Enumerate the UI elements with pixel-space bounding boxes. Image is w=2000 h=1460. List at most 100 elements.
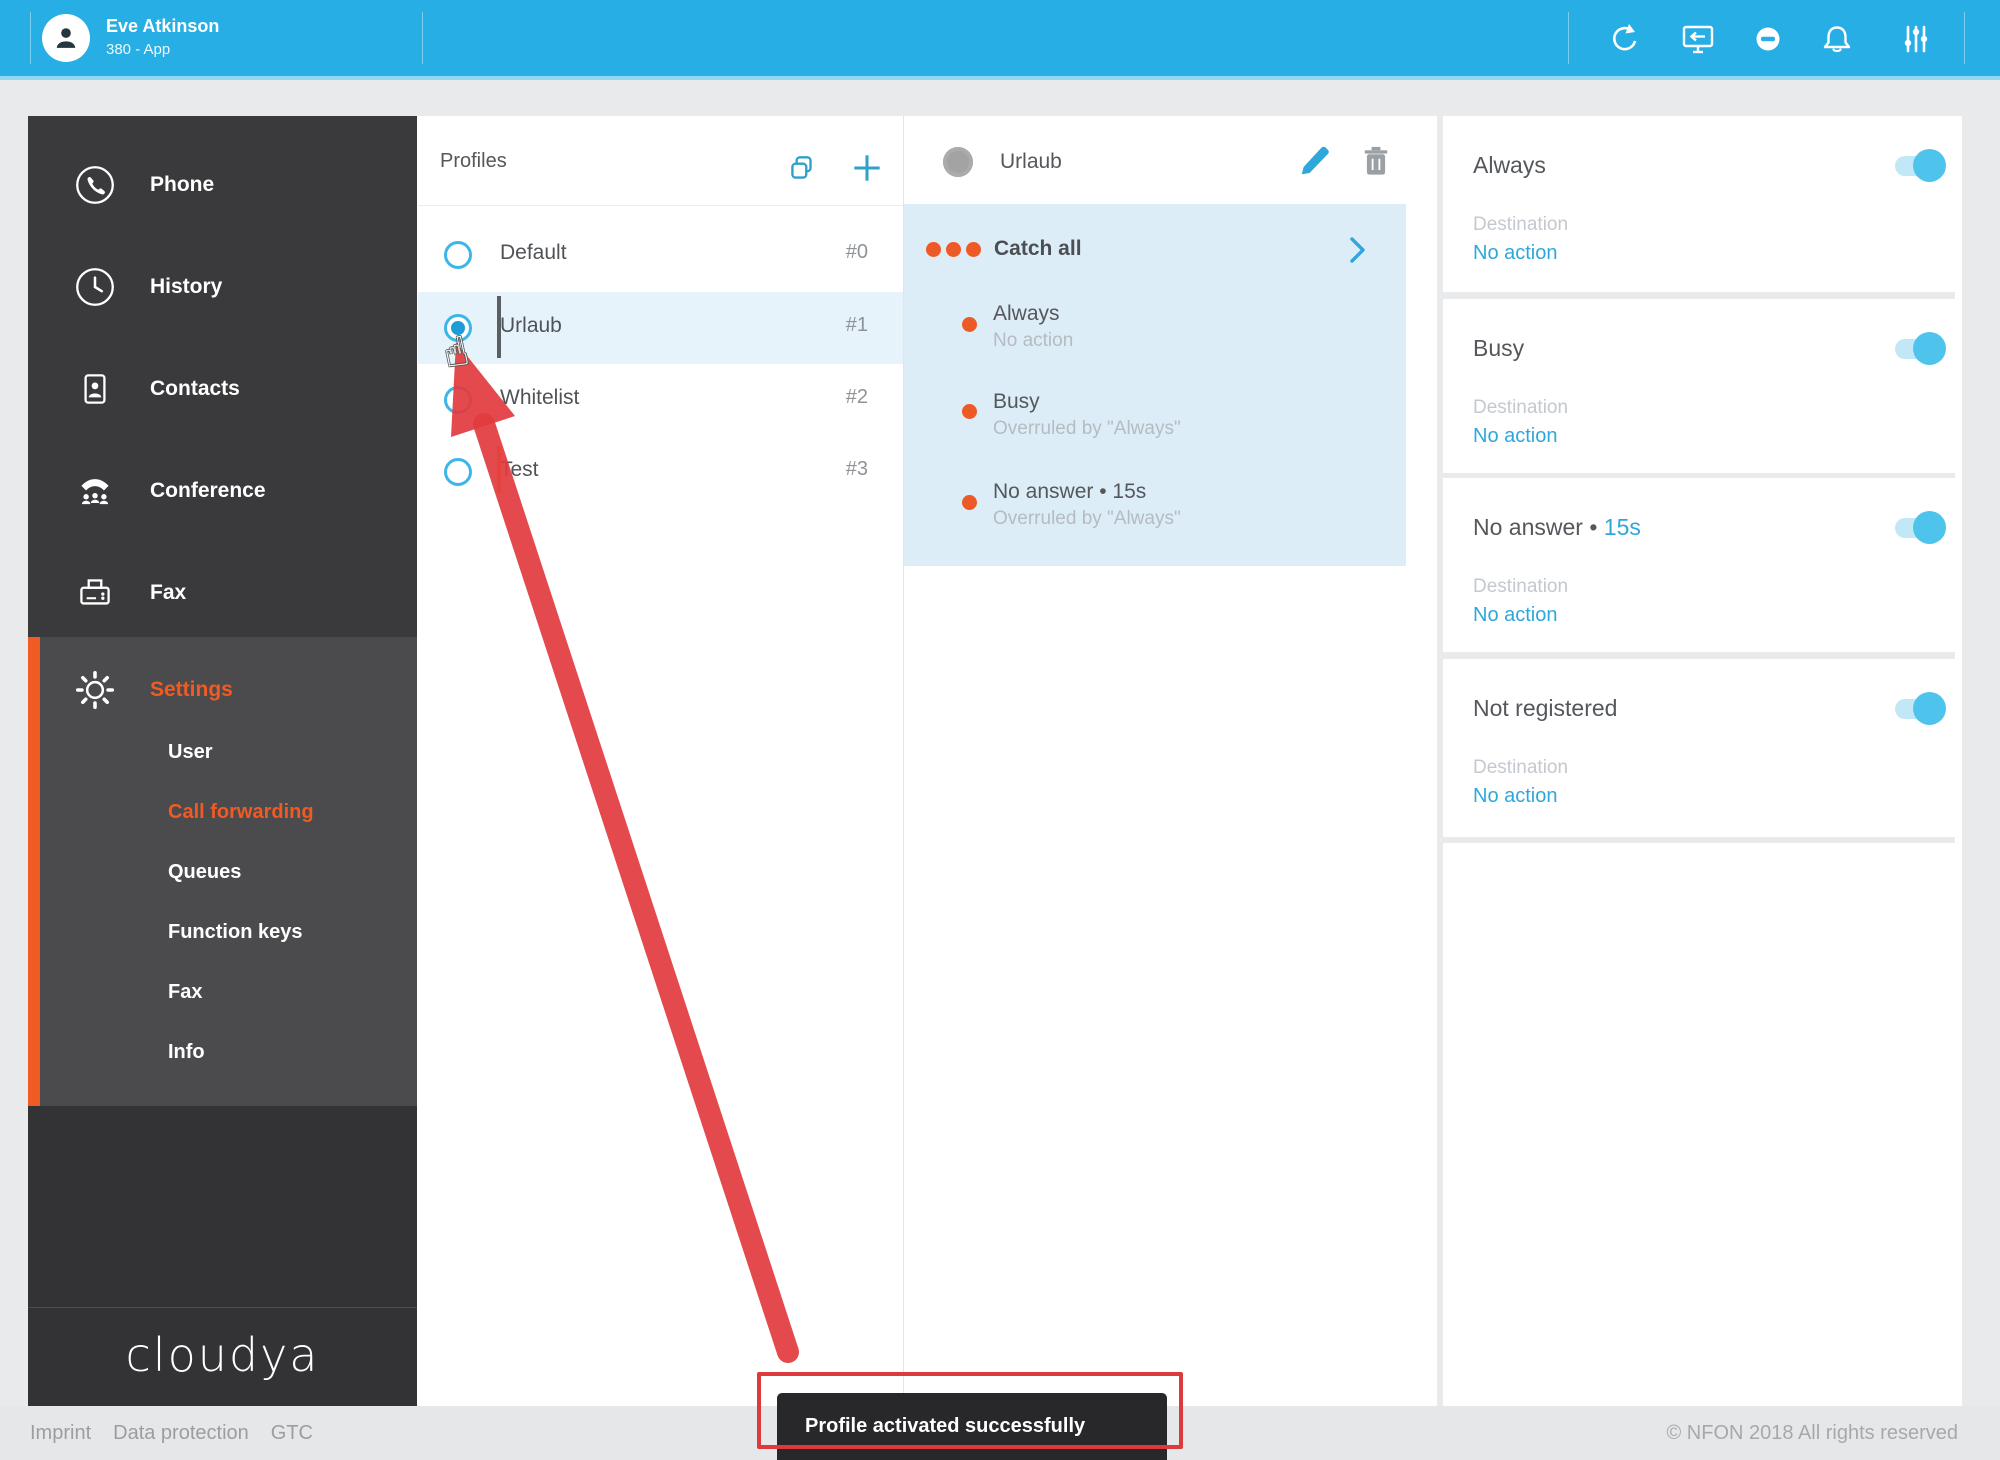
avatar[interactable]: [42, 14, 90, 62]
call-forward-icon[interactable]: [1602, 19, 1642, 59]
do-not-disturb-icon[interactable]: [1748, 19, 1788, 59]
topbar-bottom-edge: [0, 76, 2000, 80]
card-no-answer: No answer • 15s Destination No action: [1443, 478, 1955, 652]
destination-label: Destination: [1473, 214, 1568, 236]
sidebar-item-info[interactable]: Info: [168, 1037, 205, 1067]
profile-row-urlaub[interactable]: Urlaub #1: [418, 292, 903, 364]
catch-all-label: Catch all: [994, 237, 1082, 261]
destination-label: Destination: [1473, 576, 1568, 598]
radio-default[interactable]: [444, 241, 472, 269]
rule-title: No answer • 15s: [993, 480, 1146, 504]
destination-value[interactable]: No action: [1473, 785, 1558, 808]
annotation-highlight-rect: [757, 1372, 1183, 1449]
card-title: No answer • 15s: [1473, 514, 1641, 541]
toggle-not-registered[interactable]: [1895, 699, 1941, 719]
profile-row-whitelist[interactable]: Whitelist #2: [418, 364, 903, 436]
footer-link-gtc[interactable]: GTC: [271, 1422, 313, 1445]
notifications-bell-icon[interactable]: [1817, 19, 1857, 59]
forwarding-cards-panel: Always Destination No action Busy Destin…: [1443, 116, 1955, 1406]
gear-icon: [72, 667, 118, 713]
sub-item-label: Call forwarding: [168, 801, 314, 824]
sidebar-item-queues[interactable]: Queues: [168, 857, 241, 887]
sidebar-item-fax[interactable]: Fax: [28, 570, 417, 616]
toggle-always[interactable]: [1895, 156, 1941, 176]
sidebar-item-label: Contacts: [150, 377, 240, 401]
edit-pencil-icon[interactable]: [1297, 143, 1333, 179]
destination-value[interactable]: No action: [1473, 425, 1558, 448]
profile-detail-title: Urlaub: [1000, 150, 1062, 174]
user-name: Eve Atkinson: [106, 16, 219, 37]
profile-number: #3: [846, 458, 868, 481]
radio-test[interactable]: [444, 458, 472, 486]
profile-name: Whitelist: [500, 386, 579, 410]
profile-name: Urlaub: [500, 314, 562, 338]
card-title: Always: [1473, 152, 1546, 179]
sub-item-label: Function keys: [168, 921, 302, 944]
destination-value[interactable]: No action: [1473, 604, 1558, 627]
profile-row-test[interactable]: Test #3: [418, 436, 903, 508]
topbar-divider: [1964, 12, 1965, 64]
sidebar-item-settings[interactable]: Settings: [28, 667, 417, 713]
rule-dot-icon: [962, 317, 977, 332]
catch-all-dots-icon: [926, 242, 981, 257]
sidebar-item-conference[interactable]: Conference: [28, 468, 417, 514]
radio-whitelist[interactable]: [444, 386, 472, 414]
profile-row-default[interactable]: Default #0: [418, 219, 903, 291]
profile-detail-panel: Urlaub Catch all Always No action Busy O…: [903, 116, 1437, 1406]
sidebar-item-label: Fax: [150, 581, 186, 605]
sidebar-item-label: Conference: [150, 479, 266, 503]
contacts-icon: [72, 366, 118, 412]
profile-number: #2: [846, 386, 868, 409]
duplicate-profile-icon[interactable]: [786, 152, 818, 184]
footer-links: Imprint Data protection GTC: [30, 1406, 313, 1460]
add-profile-icon[interactable]: [848, 149, 886, 187]
timeout-value[interactable]: 15s: [1604, 514, 1641, 540]
phone-icon: [72, 162, 118, 208]
sidebar-item-contacts[interactable]: Contacts: [28, 366, 417, 412]
sidebar-item-user[interactable]: User: [168, 737, 212, 767]
sidebar-item-label: History: [150, 275, 222, 299]
profile-status-dot: [943, 147, 973, 177]
header-divider: [418, 205, 903, 206]
sidebar: Phone History Contacts Conference Fa: [28, 116, 417, 1406]
card-title: Busy: [1473, 335, 1524, 362]
footer-link-imprint[interactable]: Imprint: [30, 1422, 91, 1445]
conference-icon: [72, 468, 118, 514]
sidebar-item-fax-settings[interactable]: Fax: [168, 977, 202, 1007]
destination-label: Destination: [1473, 757, 1568, 779]
card-title: Not registered: [1473, 695, 1617, 722]
toggle-busy[interactable]: [1895, 339, 1941, 359]
rule-subtitle: Overruled by "Always": [993, 418, 1181, 440]
user-icon: [49, 21, 83, 55]
chevron-right-icon[interactable]: [1346, 236, 1370, 264]
sub-item-label: Queues: [168, 861, 241, 884]
topbar-divider: [1568, 12, 1569, 64]
sub-item-label: Fax: [168, 981, 202, 1004]
cloudya-logo: cloudya: [28, 1328, 417, 1382]
card-gap: [1443, 292, 1955, 299]
rule-title: Busy: [993, 390, 1040, 414]
topbar: Eve Atkinson 380 - App: [0, 0, 2000, 76]
profile-number: #0: [846, 241, 868, 264]
card-gap: [1443, 837, 1955, 843]
topbar-divider: [30, 12, 31, 64]
test-profile-bar: [497, 446, 501, 493]
card-not-registered: Not registered Destination No action: [1443, 659, 1955, 837]
profile-name: Test: [500, 458, 539, 482]
sidebar-item-call-forwarding[interactable]: Call forwarding: [168, 797, 314, 827]
screen-share-icon[interactable]: [1678, 19, 1718, 59]
copyright-text: © NFON 2018 All rights reserved: [1666, 1406, 1958, 1460]
destination-value[interactable]: No action: [1473, 242, 1558, 265]
sidebar-item-function-keys[interactable]: Function keys: [168, 917, 302, 947]
delete-trash-icon[interactable]: [1359, 144, 1393, 178]
sidebar-separator: [28, 1307, 417, 1308]
sidebar-item-phone[interactable]: Phone: [28, 162, 417, 208]
rule-title: Always: [993, 302, 1060, 326]
filter-settings-icon[interactable]: [1896, 19, 1936, 59]
toggle-no-answer[interactable]: [1895, 518, 1941, 538]
user-extension: 380 - App: [106, 41, 170, 58]
sidebar-item-history[interactable]: History: [28, 264, 417, 310]
sidebar-item-label: Phone: [150, 173, 214, 197]
sub-item-label: Info: [168, 1041, 205, 1064]
footer-link-data-protection[interactable]: Data protection: [113, 1422, 249, 1445]
